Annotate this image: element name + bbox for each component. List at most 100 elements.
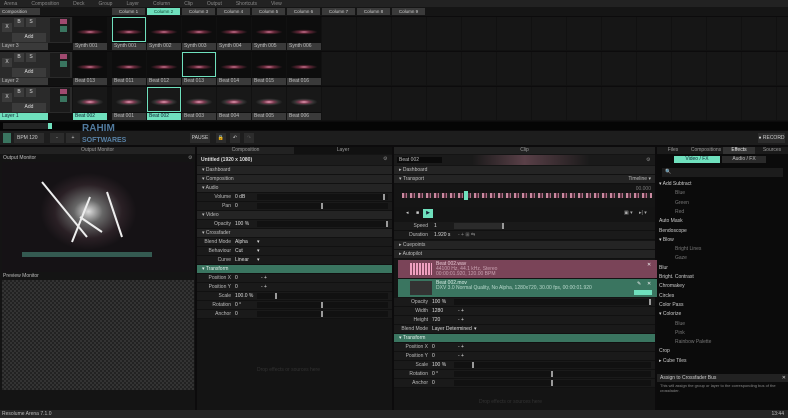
clip-slot[interactable]: Synth 001 — [112, 17, 146, 50]
empty-clip-slot[interactable] — [672, 87, 706, 120]
effect-item[interactable]: Blue — [659, 189, 788, 198]
clip-slot[interactable]: Synth 005 — [252, 17, 286, 50]
layer-fader[interactable] — [50, 88, 70, 112]
loop-mode-icon[interactable]: ▣ ▾ — [624, 210, 633, 216]
column-button[interactable]: Column 8 — [357, 8, 390, 15]
menu-item[interactable]: Arena — [4, 1, 17, 7]
chevron-down-icon[interactable]: ▾ — [257, 247, 260, 255]
empty-clip-slot[interactable] — [602, 17, 636, 50]
param-value[interactable]: 0 — [235, 283, 238, 291]
chevron-down-icon[interactable]: ▾ — [257, 238, 260, 246]
audio-fx-tab[interactable]: Audio / FX — [722, 156, 766, 163]
close-icon[interactable]: ✕ — [647, 262, 651, 268]
layer-mute-toggle[interactable] — [60, 89, 67, 94]
param-value[interactable]: 1280 — [432, 307, 443, 315]
param-value[interactable]: 100 % — [432, 298, 446, 306]
clip-slot[interactable]: Beat 013 — [182, 52, 216, 85]
browser-tab[interactable]: Sources — [756, 147, 788, 154]
clip-slot[interactable]: Beat 015 — [252, 52, 286, 85]
param-row[interactable]: ▾ Composition — [197, 175, 392, 184]
effect-item[interactable]: ▾ Blow — [659, 236, 788, 245]
effect-item[interactable]: Bright Lines — [659, 245, 788, 254]
param-value[interactable]: 0 — [432, 343, 435, 351]
layer-mute-toggle[interactable] — [60, 54, 67, 59]
effect-item[interactable]: Circles — [659, 292, 788, 301]
effect-item[interactable]: Bright. Contrast — [659, 273, 788, 282]
empty-clip-slot[interactable] — [742, 87, 776, 120]
bpm-field[interactable]: BPM 120 — [14, 133, 44, 143]
timeline-dropdown[interactable]: Timeline ▾ — [628, 175, 651, 183]
param-slider[interactable] — [257, 311, 388, 317]
blend-dropdown[interactable]: Add — [12, 68, 46, 77]
empty-clip-slot[interactable] — [322, 52, 356, 85]
playhead[interactable] — [464, 191, 468, 200]
record-button[interactable]: ● RECORD — [758, 133, 785, 143]
empty-clip-slot[interactable] — [742, 17, 776, 50]
solo-button[interactable]: S — [26, 88, 36, 97]
param-value[interactable]: 100 % — [432, 361, 446, 369]
menu-item[interactable]: Clip — [184, 1, 193, 7]
param-slider[interactable] — [454, 299, 651, 305]
clip-name-field[interactable]: Beat 002 — [397, 157, 442, 163]
param-row[interactable]: ▾ Transform — [197, 265, 392, 274]
section-dashboard[interactable]: ▸ Dashboard — [394, 166, 655, 175]
minus-plus-buttons[interactable]: - + — [458, 316, 464, 324]
param-value[interactable]: Linear — [235, 256, 249, 264]
menu-item[interactable]: Deck — [73, 1, 84, 7]
waveform-timeline[interactable]: 00.000 — [394, 185, 655, 207]
close-icon[interactable]: ✕ — [647, 281, 651, 287]
param-value[interactable]: 0 — [235, 202, 238, 210]
clip-slot[interactable]: Beat 006 — [287, 87, 321, 120]
gear-icon[interactable]: ⚙ — [646, 157, 650, 163]
slider-knob[interactable] — [649, 299, 651, 305]
blend-dropdown[interactable]: Add — [12, 33, 46, 42]
tab-composition[interactable]: Composition — [197, 147, 294, 154]
column-button[interactable]: Column 4 — [217, 8, 250, 15]
effect-item[interactable]: Chromakey — [659, 282, 788, 291]
effect-item[interactable]: Gaze — [659, 254, 788, 263]
column-button[interactable]: Column 6 — [287, 8, 320, 15]
layer-active-toggle[interactable] — [60, 26, 67, 32]
layer-fader[interactable] — [50, 53, 70, 77]
edit-icon[interactable]: ✎ — [637, 281, 641, 287]
empty-clip-slot[interactable] — [567, 17, 601, 50]
empty-clip-slot[interactable] — [532, 87, 566, 120]
empty-clip-slot[interactable] — [567, 87, 601, 120]
param-row[interactable]: ▾ Audio — [197, 184, 392, 193]
chevron-down-icon[interactable]: ▾ — [474, 325, 477, 333]
param-slider[interactable] — [454, 371, 651, 377]
section-cuepoints[interactable]: ▸ Cuepoints — [394, 241, 655, 250]
param-slider[interactable] — [257, 293, 388, 299]
menu-item[interactable]: Output — [207, 1, 222, 7]
previous-icon[interactable]: ◂ — [406, 210, 409, 216]
empty-clip-slot[interactable] — [742, 52, 776, 85]
param-value[interactable]: 720 — [432, 316, 440, 324]
slider-knob[interactable] — [383, 194, 386, 200]
empty-clip-slot[interactable] — [462, 87, 496, 120]
param-row[interactable]: ▾ Transform — [394, 334, 655, 343]
column-button[interactable]: Column 7 — [322, 8, 355, 15]
effect-item[interactable]: Blue — [659, 320, 788, 329]
layer-name[interactable]: Layer 1 — [0, 113, 48, 120]
section-transport[interactable]: ▾ Transport Timeline ▾ — [394, 175, 655, 184]
slider-knob[interactable] — [471, 362, 474, 368]
slider-knob[interactable] — [550, 380, 553, 386]
empty-clip-slot[interactable] — [322, 17, 356, 50]
layer-name[interactable]: Layer 3 — [0, 43, 48, 50]
solo-button[interactable]: S — [26, 18, 36, 27]
slider-knob[interactable] — [320, 203, 323, 209]
effect-item[interactable]: ▸ Cube Tiles — [659, 357, 788, 366]
empty-clip-slot[interactable] — [672, 17, 706, 50]
video-mode-buttons[interactable] — [634, 290, 652, 295]
menu-item[interactable]: Layer — [126, 1, 139, 7]
browser-tab[interactable]: Files — [657, 147, 689, 154]
gear-icon[interactable]: ⚙ — [383, 156, 387, 162]
column-button[interactable]: Column 3 — [182, 8, 215, 15]
empty-clip-slot[interactable] — [637, 17, 671, 50]
clip-slot[interactable]: Beat 012 — [147, 52, 181, 85]
param-value[interactable]: 1.920 s — [434, 231, 450, 239]
empty-clip-slot[interactable] — [777, 17, 788, 50]
clip-slot[interactable]: Synth 003 — [182, 17, 216, 50]
param-value[interactable]: 0 — [235, 310, 238, 318]
param-slider[interactable] — [257, 203, 388, 209]
